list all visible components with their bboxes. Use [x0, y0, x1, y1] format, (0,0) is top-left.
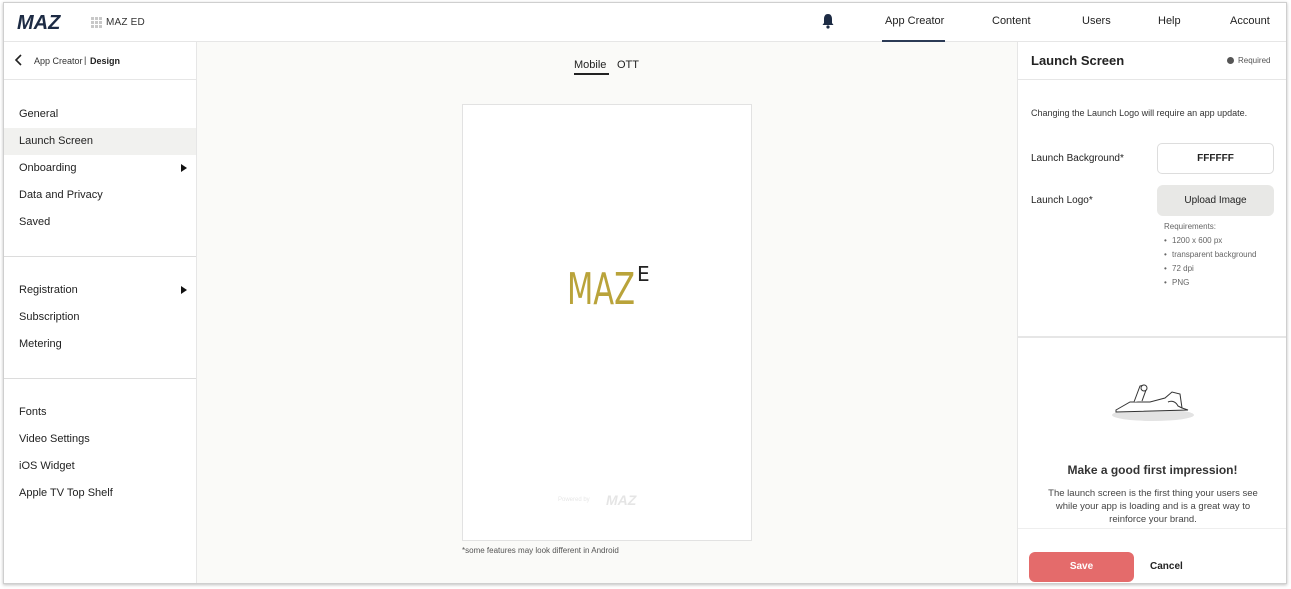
preview-area: Mobile OTT MAZ ED Powered by MAZ *some f…	[197, 42, 1017, 583]
sidebar-item-apple-tv-top-shelf[interactable]: Apple TV Top Shelf	[4, 480, 196, 507]
requirements-title: Requirements:	[1164, 222, 1217, 231]
launch-logo-label: Launch Logo*	[1031, 195, 1093, 206]
breadcrumb-current: Design	[90, 56, 121, 66]
impression-title: Make a good first impression!	[1067, 463, 1238, 477]
sidebar-item-registration[interactable]: Registration	[4, 277, 196, 304]
required-dot-icon	[1227, 57, 1234, 64]
sidebar-item-video-settings[interactable]: Video Settings	[4, 426, 196, 453]
breadcrumb: App Creator | Design	[4, 42, 197, 80]
maz-logo[interactable]: MAZ	[17, 12, 83, 32]
sidebar-item-label: Metering	[19, 338, 62, 350]
sidebar-item-label: Launch Screen	[19, 135, 93, 147]
sidebar-item-label: Video Settings	[19, 433, 90, 445]
sidebar: App Creator | Design General Launch Scre…	[4, 42, 197, 583]
panel-header: Launch Screen Required	[1018, 42, 1286, 80]
sidebar-item-label: Onboarding	[19, 162, 77, 174]
sidebar-item-label: General	[19, 108, 59, 120]
panel-title: Launch Screen	[1031, 53, 1125, 68]
sidebar-item-data-and-privacy[interactable]: Data and Privacy	[4, 182, 196, 209]
back-arrow-icon[interactable]	[14, 54, 24, 66]
required-label: Required	[1238, 56, 1271, 65]
reclining-person-illustration	[1112, 384, 1194, 421]
active-tab-indicator	[574, 73, 609, 75]
sidebar-divider	[4, 378, 196, 379]
tab-ott[interactable]: OTT	[617, 59, 639, 71]
sidebar-item-general[interactable]: General	[4, 101, 196, 128]
settings-panel: Launch Screen Required Changing the Laun…	[1017, 42, 1286, 583]
nav-account[interactable]: Account	[1230, 15, 1270, 27]
impression-text: The launch screen is the first thing you…	[1048, 488, 1258, 525]
breadcrumb-separator: |	[84, 55, 87, 65]
sidebar-item-label: Registration	[19, 284, 78, 296]
sidebar-item-saved[interactable]: Saved	[4, 209, 196, 236]
sidebar-item-label: iOS Widget	[19, 460, 75, 472]
android-footnote: *some features may look different in And…	[462, 546, 619, 555]
launch-background-input[interactable]: FFFFFF	[1157, 143, 1274, 174]
panel-divider	[1018, 336, 1286, 338]
panel-footer-divider	[1018, 528, 1286, 529]
sidebar-item-label: Fonts	[19, 406, 47, 418]
nav-help[interactable]: Help	[1158, 15, 1181, 27]
sidebar-divider	[4, 256, 196, 257]
sidebar-item-onboarding[interactable]: Onboarding	[4, 155, 196, 182]
expand-arrow-icon	[181, 286, 187, 294]
tab-mobile[interactable]: Mobile	[574, 59, 606, 71]
nav-content[interactable]: Content	[992, 15, 1031, 27]
sidebar-item-fonts[interactable]: Fonts	[4, 399, 196, 426]
apps-grid-icon[interactable]	[91, 17, 102, 28]
sidebar-item-label: Saved	[19, 216, 51, 228]
panel-description: Changing the Launch Logo will require an…	[1031, 108, 1248, 118]
sidebar-item-metering[interactable]: Metering	[4, 331, 196, 358]
top-navigation-bar: MAZ MAZ ED App Creator Content Users Hel…	[4, 3, 1286, 42]
notification-bell-icon[interactable]	[821, 13, 835, 29]
sidebar-item-label: Subscription	[19, 311, 80, 323]
sidebar-item-label: Data and Privacy	[19, 189, 103, 201]
save-button[interactable]: Save	[1029, 552, 1134, 582]
requirement-item: transparent background	[1164, 248, 1274, 262]
nav-users[interactable]: Users	[1082, 15, 1111, 27]
launch-logo-preview: MAZ ED	[567, 262, 649, 306]
app-name: MAZ ED	[106, 17, 145, 28]
upload-image-button[interactable]: Upload Image	[1157, 185, 1274, 216]
svg-text:MAZ: MAZ	[567, 264, 635, 306]
logo-requirements: Requirements: 1200 x 600 px transparent …	[1164, 220, 1274, 290]
sidebar-item-launch-screen[interactable]: Launch Screen	[4, 128, 196, 155]
powered-by-watermark: Powered by MAZ	[558, 493, 637, 507]
svg-text:MAZ: MAZ	[17, 12, 61, 32]
svg-text:ED: ED	[637, 262, 649, 286]
sidebar-item-ios-widget[interactable]: iOS Widget	[4, 453, 196, 480]
requirement-item: PNG	[1164, 276, 1274, 290]
breadcrumb-parent[interactable]: App Creator	[34, 56, 83, 66]
launch-background-label: Launch Background*	[1031, 153, 1124, 164]
sidebar-item-subscription[interactable]: Subscription	[4, 304, 196, 331]
phone-preview: MAZ ED Powered by MAZ	[462, 104, 752, 541]
nav-app-creator[interactable]: App Creator	[885, 15, 944, 27]
svg-text:MAZ: MAZ	[606, 493, 637, 507]
cancel-button[interactable]: Cancel	[1150, 561, 1183, 572]
sidebar-item-label: Apple TV Top Shelf	[19, 487, 113, 499]
requirement-item: 72 dpi	[1164, 262, 1274, 276]
app-window: MAZ MAZ ED App Creator Content Users Hel…	[3, 2, 1287, 584]
requirement-item: 1200 x 600 px	[1164, 234, 1274, 248]
expand-arrow-icon	[181, 164, 187, 172]
